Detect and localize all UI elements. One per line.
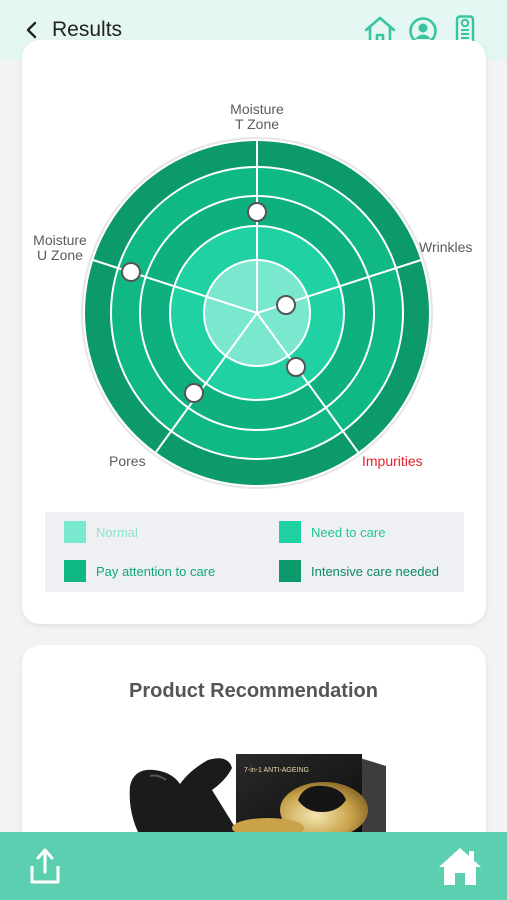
product-image[interactable]: 7-in-1 ANTI-AGEING bbox=[128, 750, 392, 832]
product-device-body bbox=[129, 758, 238, 832]
legend-item-need-to-care: Need to care bbox=[279, 521, 385, 543]
legend-label-intensive: Intensive care needed bbox=[311, 563, 439, 579]
product-box-text: 7-in-1 ANTI-AGEING bbox=[244, 767, 309, 774]
legend-swatch-need-to-care bbox=[279, 521, 301, 543]
home-icon bbox=[439, 848, 481, 885]
chevron-left-icon bbox=[26, 21, 37, 39]
legend-item-pay-attention: Pay attention to care bbox=[64, 560, 215, 582]
legend-label-normal: Normal bbox=[96, 524, 138, 540]
label-moisture-u-line1: Moisture bbox=[33, 232, 87, 248]
legend-swatch-pay-attention bbox=[64, 560, 86, 582]
label-moisture-u-zone: Moisture U Zone bbox=[22, 233, 98, 263]
label-wrinkles: Wrinkles bbox=[419, 239, 473, 255]
legend-label-pay-attention: Pay attention to care bbox=[96, 563, 216, 579]
label-moisture-u-line2: U Zone bbox=[37, 247, 83, 263]
legend-item-normal: Normal bbox=[64, 521, 138, 543]
legend-swatch-normal bbox=[64, 521, 86, 543]
product-illustration: 7-in-1 ANTI-AGEING bbox=[129, 754, 386, 832]
legend-label-need-to-care: Need to care bbox=[311, 524, 386, 540]
severity-legend: Normal Need to care Pay attention to car… bbox=[45, 512, 464, 592]
recommendation-title: Product Recommendation bbox=[129, 680, 378, 702]
share-button[interactable] bbox=[25, 846, 65, 886]
label-impurities: Impurities bbox=[362, 453, 423, 469]
legend-item-intensive: Intensive care needed bbox=[279, 560, 439, 582]
legend-swatch-intensive bbox=[279, 560, 301, 582]
share-icon bbox=[30, 848, 60, 884]
bottom-home-button[interactable] bbox=[436, 844, 484, 888]
bottom-bar bbox=[0, 832, 507, 900]
label-pores: Pores bbox=[109, 453, 146, 469]
page-title: Results bbox=[52, 18, 123, 41]
label-moisture-t-line1: Moisture bbox=[230, 101, 284, 117]
label-moisture-t-line2: T Zone bbox=[234, 116, 280, 132]
label-moisture-t-zone: Moisture T Zone bbox=[207, 102, 307, 132]
